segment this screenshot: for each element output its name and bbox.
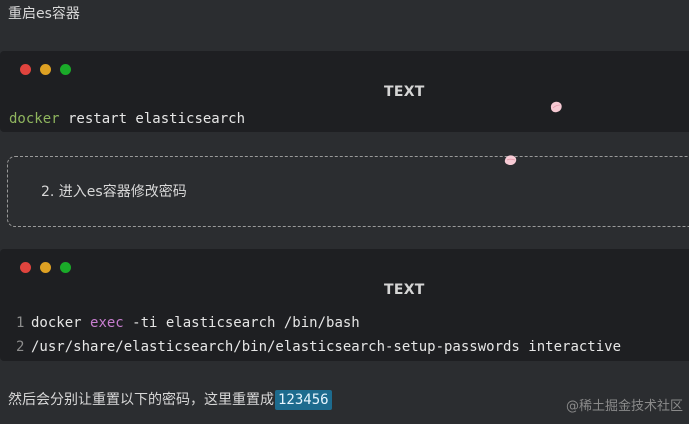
code-block-passwords[interactable]: TEXT 1 docker exec -ti elasticsearch /bin… bbox=[0, 249, 689, 361]
code-command: docker bbox=[9, 111, 60, 127]
sakura-petal-icon bbox=[550, 101, 562, 113]
code-line: docker restart elasticsearch bbox=[9, 108, 245, 130]
code-language-label: TEXT bbox=[384, 84, 425, 100]
section-heading: 重启es容器 bbox=[8, 6, 80, 22]
red-dot-icon bbox=[20, 262, 31, 273]
red-dot-icon bbox=[20, 64, 31, 75]
quote-text: 2. 进入es容器修改密码 bbox=[41, 184, 187, 200]
window-controls bbox=[20, 64, 71, 75]
code-language-label: TEXT bbox=[384, 282, 425, 298]
code-text: /usr/share/elasticsearch/bin/elasticsear… bbox=[31, 339, 622, 355]
yellow-dot-icon bbox=[40, 64, 51, 75]
inline-code-password: 123456 bbox=[275, 390, 332, 410]
watermark: @稀土掘金技术社区 bbox=[565, 399, 683, 414]
closing-text: 然后会分别让重置以下的密码，这里重置成 bbox=[8, 392, 274, 408]
code-block-restart[interactable]: TEXT docker restart elasticsearch bbox=[0, 51, 689, 132]
yellow-dot-icon bbox=[40, 262, 51, 273]
code-keyword: exec bbox=[90, 315, 124, 331]
code-text: docker bbox=[31, 315, 91, 331]
code-args: restart elasticsearch bbox=[59, 111, 246, 127]
line-number: 1 bbox=[16, 315, 25, 331]
green-dot-icon bbox=[60, 64, 71, 75]
line-number: 2 bbox=[16, 339, 25, 355]
sakura-petal-icon bbox=[504, 155, 517, 165]
code-text: -ti elasticsearch /bin/bash bbox=[123, 315, 360, 331]
closing-paragraph: 然后会分别让重置以下的密码，这里重置成 123456 bbox=[8, 390, 332, 410]
green-dot-icon bbox=[60, 262, 71, 273]
article-page: 重启es容器 TEXT docker restart elasticsearch… bbox=[0, 0, 689, 424]
window-controls bbox=[20, 262, 71, 273]
code-line: 1 docker exec -ti elasticsearch /bin/bash bbox=[0, 312, 360, 334]
quote-box: 2. 进入es容器修改密码 bbox=[7, 156, 689, 227]
code-line: 2/usr/share/elasticsearch/bin/elasticsea… bbox=[0, 336, 621, 358]
